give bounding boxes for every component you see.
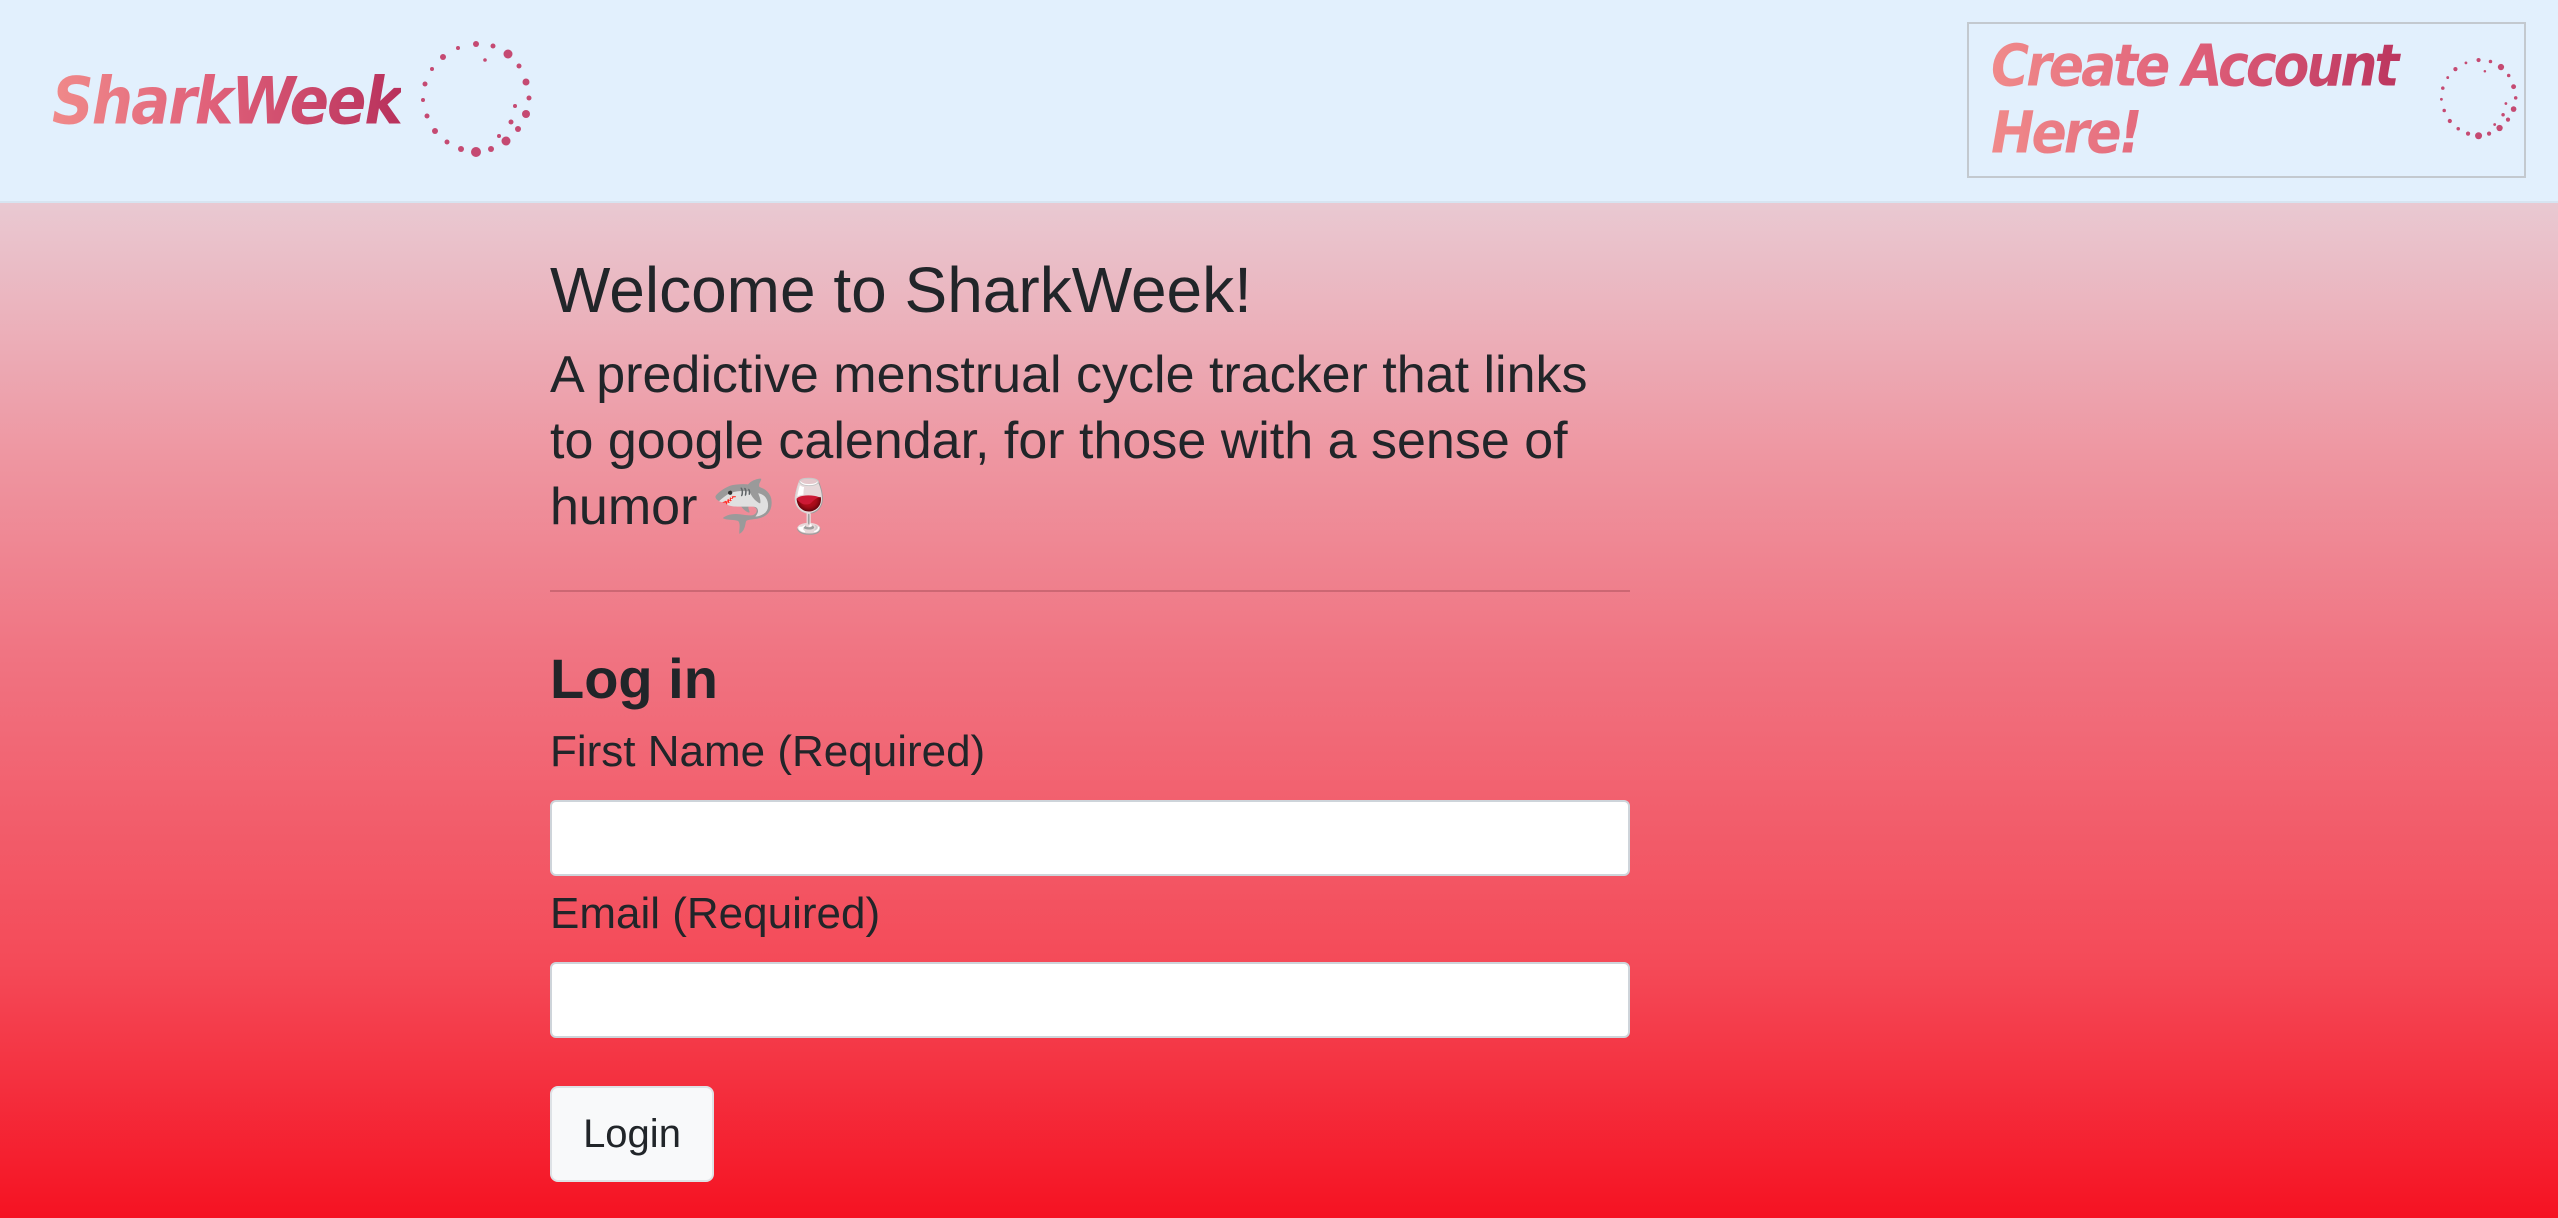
- main-content: Welcome to SharkWeek! A predictive menst…: [550, 248, 1630, 1182]
- email-label: Email (Required): [550, 889, 881, 938]
- sparkle-ring-icon: [2439, 57, 2518, 140]
- shark-wine-emoji: 🦈🍷: [711, 477, 842, 537]
- create-account-button[interactable]: Create Account Here!: [1967, 22, 2526, 178]
- login-form: Log in First Name (Required) Email (Requ…: [550, 644, 1630, 1182]
- tagline: A predictive menstrual cycle tracker tha…: [550, 342, 1610, 540]
- sparkle-ring-icon: [420, 41, 532, 157]
- email-input[interactable]: [550, 962, 1630, 1038]
- divider: [550, 590, 1630, 592]
- create-account-label: Create Account Here!: [1991, 33, 2423, 167]
- login-title: Log in: [550, 647, 718, 710]
- tagline-text: A predictive menstrual cycle tracker tha…: [550, 346, 1588, 536]
- first-name-input[interactable]: [550, 800, 1630, 876]
- first-name-label: First Name (Required): [550, 727, 986, 776]
- brand-logo-link[interactable]: SharkWeek: [52, 34, 541, 168]
- brand-logo-text: SharkWeek: [52, 62, 403, 140]
- login-button[interactable]: Login: [550, 1086, 714, 1182]
- navbar: SharkWeek Create Account Here!: [0, 0, 2558, 203]
- page-title: Welcome to SharkWeek!: [550, 254, 1252, 326]
